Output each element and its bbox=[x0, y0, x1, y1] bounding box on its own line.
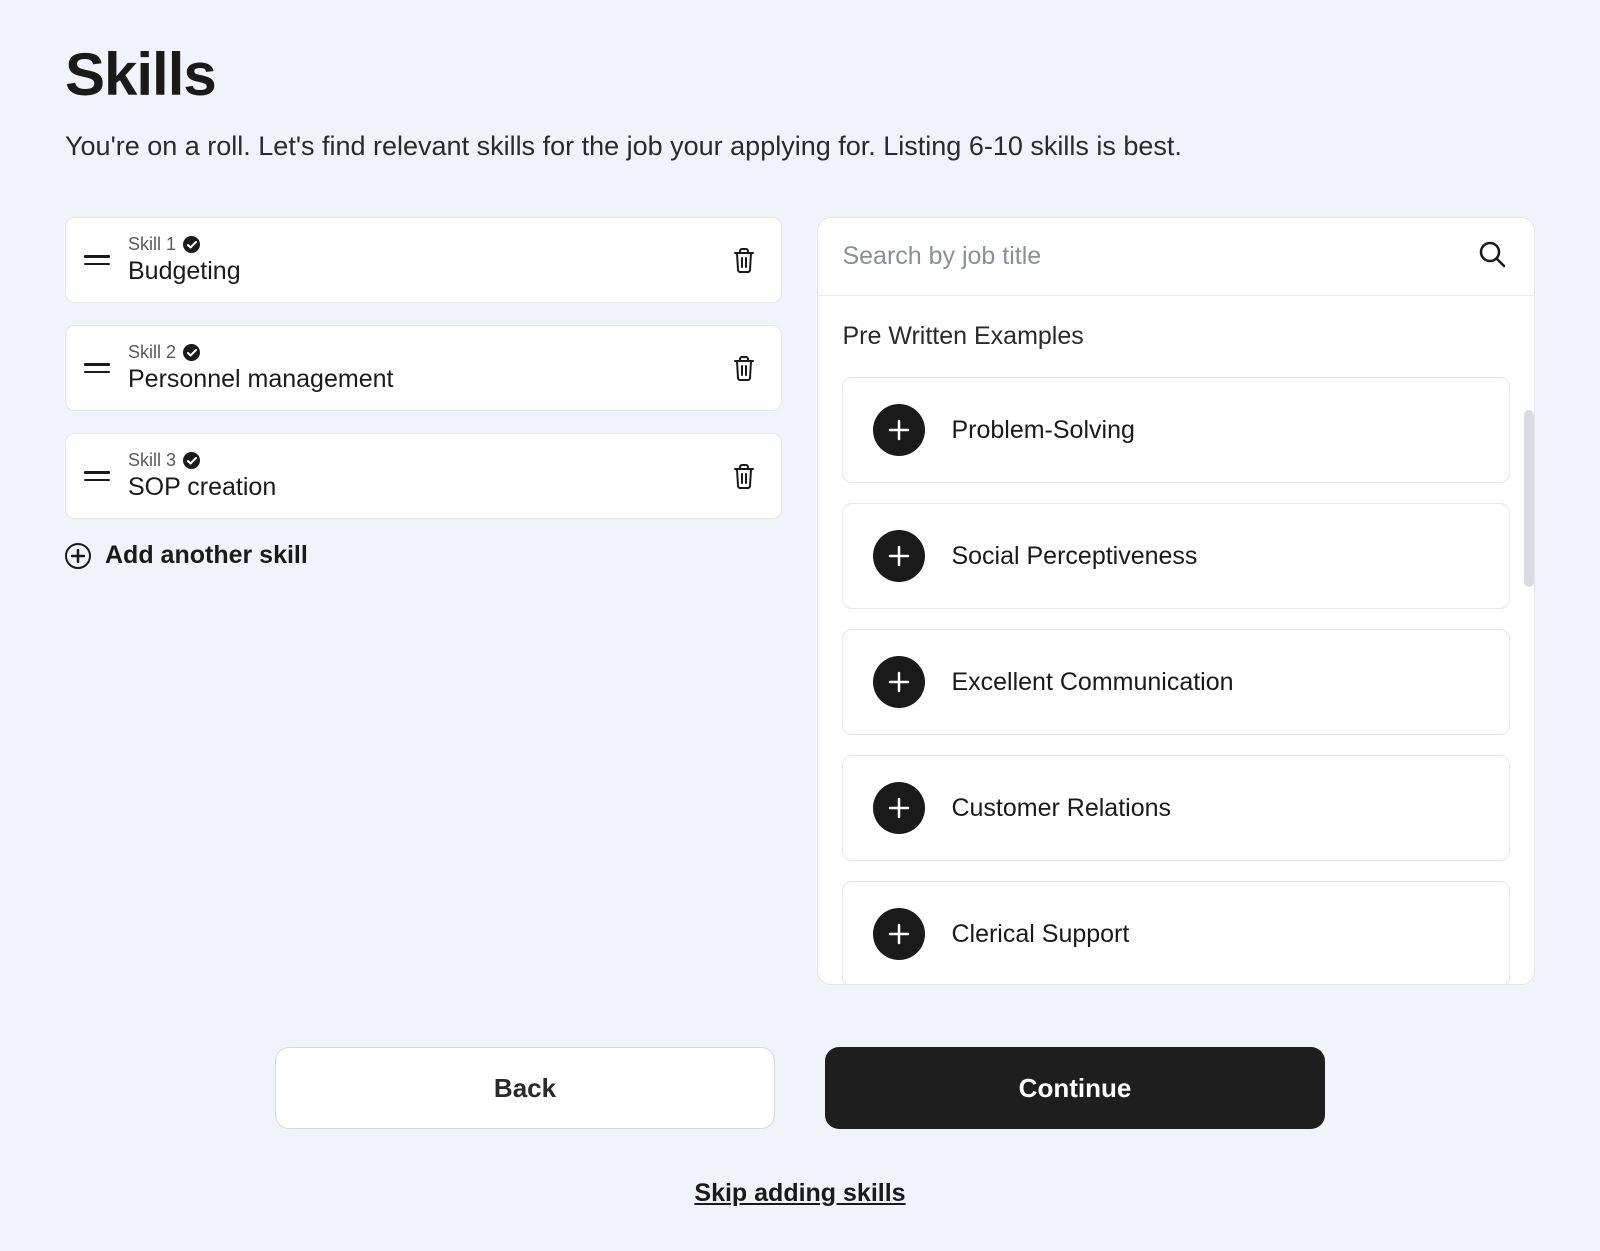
plus-icon bbox=[873, 404, 925, 456]
delete-skill-button[interactable] bbox=[729, 463, 759, 489]
search-icon[interactable] bbox=[1478, 240, 1506, 273]
example-label: Problem-Solving bbox=[951, 416, 1134, 445]
check-icon bbox=[183, 236, 200, 253]
plus-icon bbox=[873, 656, 925, 708]
continue-button[interactable]: Continue bbox=[825, 1047, 1325, 1129]
example-card[interactable]: Customer Relations bbox=[842, 755, 1510, 861]
examples-heading: Pre Written Examples bbox=[842, 322, 1510, 351]
drag-handle-icon[interactable] bbox=[84, 255, 110, 265]
drag-handle-icon[interactable] bbox=[84, 471, 110, 481]
example-card[interactable]: Excellent Communication bbox=[842, 629, 1510, 735]
example-label: Social Perceptiveness bbox=[951, 542, 1197, 571]
plus-circle-icon bbox=[65, 543, 91, 569]
plus-icon bbox=[873, 530, 925, 582]
page-title: Skills bbox=[65, 40, 1535, 109]
trash-icon bbox=[732, 463, 756, 489]
search-input[interactable] bbox=[842, 242, 1478, 271]
skill-card: Skill 3 SOP creation bbox=[65, 433, 782, 519]
skill-label: Skill 3 bbox=[128, 450, 176, 471]
skill-value[interactable]: SOP creation bbox=[128, 473, 711, 502]
skip-link[interactable]: Skip adding skills bbox=[694, 1179, 905, 1208]
skill-card: Skill 1 Budgeting bbox=[65, 217, 782, 303]
page-subtitle: You're on a roll. Let's find relevant sk… bbox=[65, 131, 1535, 162]
skill-label: Skill 2 bbox=[128, 342, 176, 363]
plus-icon bbox=[873, 908, 925, 960]
check-icon bbox=[183, 344, 200, 361]
back-button[interactable]: Back bbox=[275, 1047, 775, 1129]
skill-value[interactable]: Budgeting bbox=[128, 257, 711, 286]
delete-skill-button[interactable] bbox=[729, 247, 759, 273]
skill-label: Skill 1 bbox=[128, 234, 176, 255]
scrollbar-thumb[interactable] bbox=[1524, 410, 1534, 587]
trash-icon bbox=[732, 247, 756, 273]
examples-panel: Pre Written Examples Problem-Solving Soc… bbox=[817, 217, 1535, 985]
example-label: Excellent Communication bbox=[951, 668, 1233, 697]
drag-handle-icon[interactable] bbox=[84, 363, 110, 373]
check-icon bbox=[183, 452, 200, 469]
example-label: Customer Relations bbox=[951, 794, 1171, 823]
skill-value[interactable]: Personnel management bbox=[128, 365, 711, 394]
skills-list: Skill 1 Budgeting Skill 2 bbox=[65, 217, 782, 985]
add-skill-button[interactable]: Add another skill bbox=[65, 541, 782, 570]
trash-icon bbox=[732, 355, 756, 381]
example-label: Clerical Support bbox=[951, 920, 1129, 949]
add-skill-label: Add another skill bbox=[105, 541, 308, 570]
skill-card: Skill 2 Personnel management bbox=[65, 325, 782, 411]
example-card[interactable]: Clerical Support bbox=[842, 881, 1510, 984]
example-card[interactable]: Social Perceptiveness bbox=[842, 503, 1510, 609]
example-card[interactable]: Problem-Solving bbox=[842, 377, 1510, 483]
plus-icon bbox=[873, 782, 925, 834]
delete-skill-button[interactable] bbox=[729, 355, 759, 381]
